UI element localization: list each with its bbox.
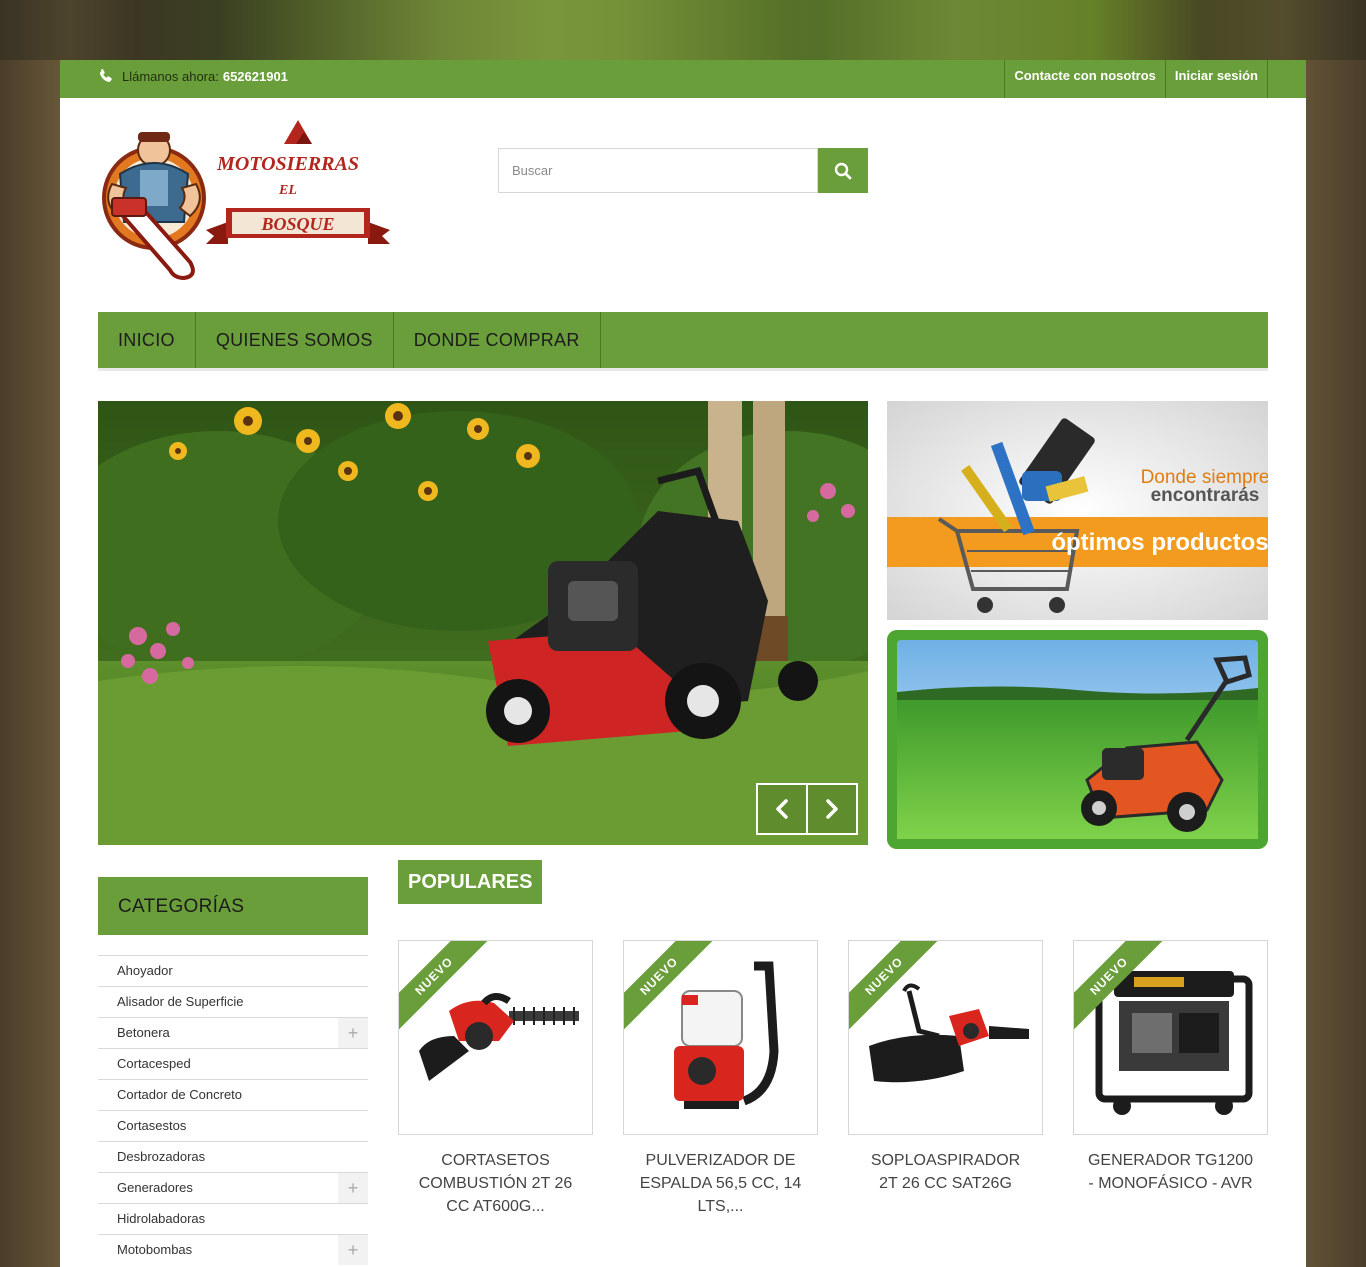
product-card[interactable]: NUEVO CORTASETOS COMBUSTIÓN 2T 26 CC AT6… [398, 940, 593, 1218]
main-menu: INICIO QUIENES SOMOS DONDE COMPRAR [98, 312, 1268, 371]
product-image-generator[interactable]: NUEVO [1073, 940, 1268, 1135]
product-name[interactable]: SOPLOASPIRADOR 2T 26 CC SAT26G [848, 1149, 1043, 1195]
category-label: Motobombas [117, 1242, 193, 1257]
slider-prev-button[interactable] [756, 783, 808, 835]
chevron-right-icon [826, 799, 838, 819]
call-label: Llámanos ahora: [122, 68, 219, 84]
expand-plus-icon[interactable]: + [338, 1173, 368, 1203]
product-card[interactable]: NUEVO PULVERIZADOR DE ESPALDA 56,5 CC, 1… [623, 940, 818, 1218]
category-item[interactable]: Desbrozadoras [98, 1141, 368, 1172]
category-label: Cortasestos [117, 1118, 187, 1133]
search-input[interactable] [498, 148, 818, 193]
category-item[interactable]: Alisador de Superficie [98, 986, 368, 1017]
menu-item-donde-comprar[interactable]: DONDE COMPRAR [394, 312, 601, 368]
category-label: Hidrolabadoras [117, 1211, 206, 1226]
slider-navigation [756, 783, 858, 835]
promo-banner-products[interactable]: Donde siempre encontrarás óptimos produc… [887, 401, 1268, 620]
menu-item-quienes-somos[interactable]: QUIENES SOMOS [196, 312, 394, 368]
category-item[interactable]: Ahoyador [98, 955, 368, 986]
product-card[interactable]: NUEVO GENERADOR TG1200 - MONOFÁSICO - AV… [1073, 940, 1268, 1218]
expand-plus-icon[interactable]: + [338, 1018, 368, 1048]
categories-title: CATEGORÍAS [98, 877, 368, 935]
category-item[interactable]: Motobombas + [98, 1234, 368, 1265]
top-links: Contacte con nosotros Iniciar sesión [1004, 60, 1268, 98]
slider-next-button[interactable] [808, 783, 858, 835]
logo-text-line3: BOSQUE [260, 214, 334, 234]
page-container: Llámanos ahora: 652621901 Contacte con n… [60, 60, 1306, 1267]
banner1-line3: óptimos productos [1051, 529, 1268, 556]
category-label: Betonera [117, 1025, 170, 1040]
category-item[interactable]: Generadores + [98, 1172, 368, 1203]
login-link[interactable]: Iniciar sesión [1164, 60, 1268, 98]
search-bar [498, 148, 868, 193]
search-icon [834, 162, 852, 179]
chevron-left-icon [776, 799, 788, 819]
product-image-hedge-trimmer[interactable]: NUEVO [398, 940, 593, 1135]
category-label: Ahoyador [117, 963, 173, 978]
slider-image-lawnmower [98, 401, 868, 845]
product-name[interactable]: GENERADOR TG1200 - MONOFÁSICO - AVR [1073, 1149, 1268, 1195]
category-item[interactable]: Cortacesped [98, 1048, 368, 1079]
category-item[interactable]: Hidrolabadoras [98, 1203, 368, 1234]
category-label: Desbrozadoras [117, 1149, 206, 1164]
logo-text-line2: EL [278, 183, 297, 198]
logo-text-line1: MOTOSIERRAS [216, 153, 359, 175]
product-list: NUEVO CORTASETOS COMBUSTIÓN 2T 26 CC AT6… [398, 940, 1268, 1218]
homepage-slider[interactable] [98, 401, 868, 845]
category-label: Generadores [117, 1180, 193, 1195]
category-item[interactable]: Cortasestos [98, 1110, 368, 1141]
expand-plus-icon[interactable]: + [338, 1235, 368, 1265]
phone-info: Llámanos ahora: 652621901 [98, 68, 288, 84]
product-image-sprayer[interactable]: NUEVO [623, 940, 818, 1135]
promo-banner-lawnmower[interactable] [887, 630, 1268, 849]
background-texture [0, 0, 1366, 60]
category-item[interactable]: Betonera + [98, 1017, 368, 1048]
menu-item-inicio[interactable]: INICIO [98, 312, 196, 368]
banner1-line2: encontrarás [1151, 485, 1260, 506]
product-card[interactable]: NUEVO SOPLOASPIRADOR 2T 26 CC SAT26G [848, 940, 1043, 1218]
search-button[interactable] [818, 148, 868, 193]
product-name[interactable]: CORTASETOS COMBUSTIÓN 2T 26 CC AT600G... [398, 1149, 593, 1218]
store-logo[interactable]: MOTOSIERRAS EL BOSQUE [98, 112, 400, 284]
category-label: Cortacesped [117, 1056, 191, 1071]
phone-number[interactable]: 652621901 [223, 69, 288, 84]
category-label: Cortador de Concreto [117, 1087, 243, 1102]
top-bar: Llámanos ahora: 652621901 Contacte con n… [60, 60, 1306, 98]
phone-icon [98, 68, 114, 84]
product-image-blower[interactable]: NUEVO [848, 940, 1043, 1135]
category-label: Alisador de Superficie [117, 994, 244, 1009]
product-name[interactable]: PULVERIZADOR DE ESPALDA 56,5 CC, 14 LTS,… [623, 1149, 818, 1218]
category-item[interactable]: Cortador de Concreto [98, 1079, 368, 1110]
contact-link[interactable]: Contacte con nosotros [1004, 60, 1165, 98]
tab-popular[interactable]: POPULARES [398, 860, 543, 904]
categories-list: Ahoyador Alisador de Superficie Betonera… [98, 955, 368, 1265]
